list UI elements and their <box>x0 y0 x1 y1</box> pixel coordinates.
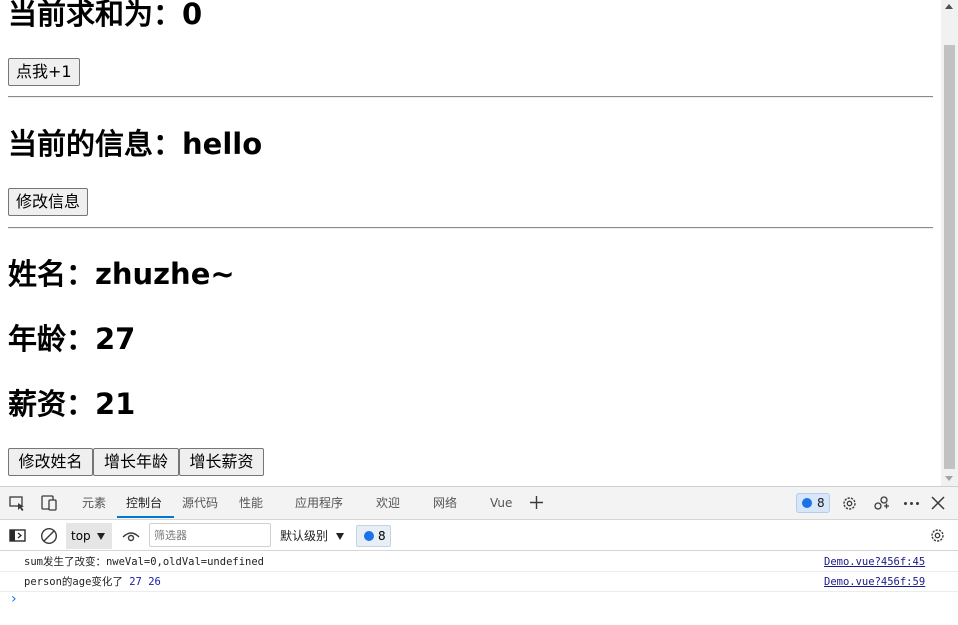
divider <box>8 227 933 229</box>
scrollbar-thumb[interactable] <box>944 45 955 469</box>
filter-input[interactable] <box>149 523 271 547</box>
grow-salary-button[interactable]: 增长薪资 <box>179 448 264 476</box>
sum-heading: 当前求和为：0 <box>8 0 203 31</box>
tab-welcome[interactable]: 欢迎 <box>376 487 400 519</box>
name-heading: 姓名：zhuzhe~ <box>8 257 235 291</box>
console-log-row: person的age变化了 27 26 Demo.vue?456f:59 <box>0 572 958 592</box>
page-scrollbar[interactable] <box>941 0 958 486</box>
age-heading: 年龄：27 <box>8 322 136 356</box>
scroll-down-arrow-icon[interactable] <box>945 476 953 481</box>
live-expression-eye-icon[interactable] <box>122 531 140 542</box>
page-viewport: 当前求和为：0 点我+1 当前的信息：hello 修改信息 姓名：zhuzhe~… <box>0 0 958 486</box>
connect-icon[interactable] <box>873 495 890 512</box>
add-one-button[interactable]: 点我+1 <box>8 58 80 86</box>
tab-sources[interactable]: 源代码 <box>182 487 218 519</box>
tab-console[interactable]: 控制台 <box>126 487 162 519</box>
console-output: sum发生了改变：nweVal=0,oldVal=undefined Demo.… <box>0 551 958 625</box>
tab-elements[interactable]: 元素 <box>82 487 106 519</box>
edit-name-button[interactable]: 修改姓名 <box>8 448 93 476</box>
tab-performance[interactable]: 性能 <box>239 487 263 519</box>
add-tab-icon[interactable] <box>529 495 544 510</box>
divider <box>8 96 933 98</box>
context-select[interactable]: top <box>66 523 112 549</box>
sidebar-toggle-icon[interactable] <box>9 529 26 542</box>
tab-vue[interactable]: Vue <box>490 487 512 519</box>
log-level-select[interactable]: 默认级别 <box>280 523 350 549</box>
settings-gear-icon[interactable] <box>841 495 858 512</box>
issues-count-badge[interactable]: 8 <box>356 525 391 547</box>
console-log-row: sum发生了改变：nweVal=0,oldVal=undefined Demo.… <box>0 552 958 572</box>
message-bubble-icon <box>802 498 812 508</box>
console-prompt[interactable]: › <box>11 592 17 606</box>
clear-console-icon[interactable] <box>40 527 58 545</box>
log-message: sum发生了改变：nweVal=0,oldVal=undefined <box>24 556 265 568</box>
close-icon[interactable] <box>931 496 945 510</box>
inspect-element-icon[interactable] <box>9 496 26 511</box>
message-bubble-icon <box>364 531 374 541</box>
salary-heading: 薪资：21 <box>8 387 136 421</box>
console-settings-icon[interactable] <box>929 527 946 544</box>
log-message: person的age变化了 27 26 <box>24 576 161 588</box>
device-emulation-icon[interactable] <box>41 495 59 511</box>
grow-age-button[interactable]: 增长年龄 <box>93 448 179 476</box>
log-source-link[interactable]: Demo.vue?456f:45 <box>824 552 925 572</box>
active-tab-indicator <box>117 516 174 518</box>
tab-application[interactable]: 应用程序 <box>295 487 343 519</box>
log-source-link[interactable]: Demo.vue?456f:59 <box>824 572 925 592</box>
console-toolbar: top 默认级别 8 <box>0 520 958 551</box>
tab-network[interactable]: 网络 <box>433 487 457 519</box>
devtools-tab-bar: 元素 控制台 源代码 性能 应用程序 欢迎 网络 Vue 8 <box>0 487 958 520</box>
message-count-badge[interactable]: 8 <box>796 493 830 513</box>
chevron-down-icon <box>336 533 344 540</box>
scroll-up-arrow-icon[interactable] <box>945 4 953 9</box>
message-heading: 当前的信息：hello <box>8 127 263 161</box>
chevron-down-icon <box>97 533 105 540</box>
devtools-panel: 元素 控制台 源代码 性能 应用程序 欢迎 网络 Vue 8 top 筛选器 默… <box>0 486 958 625</box>
edit-message-button[interactable]: 修改信息 <box>8 188 89 216</box>
more-options-icon[interactable] <box>903 501 920 506</box>
